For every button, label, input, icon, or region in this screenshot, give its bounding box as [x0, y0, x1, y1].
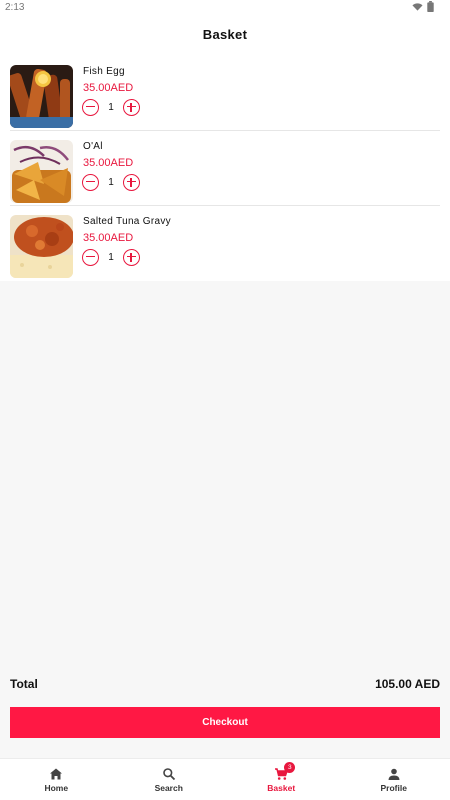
item-price: 35.00AED	[83, 82, 134, 94]
search-icon	[162, 768, 175, 781]
item-name: Salted Tuna Gravy	[83, 216, 171, 227]
basket-list: Fish Egg 35.00AED 1 O'Al 35.00AED 1 Salt…	[0, 56, 450, 281]
nav-item-basket[interactable]: 3 Basket	[225, 759, 338, 800]
bottom-nav: Home Search 3 Basket Profile	[0, 758, 450, 800]
food-image	[10, 140, 73, 203]
nav-label: Search	[154, 783, 183, 793]
nav-label: Home	[44, 783, 69, 793]
nav-item-home[interactable]: Home	[0, 759, 113, 800]
minus-icon	[86, 105, 95, 108]
nav-label: Basket	[267, 783, 296, 793]
status-icons	[412, 1, 434, 12]
nav-item-search[interactable]: Search	[113, 759, 226, 800]
quantity-value: 1	[108, 176, 114, 188]
nav-item-profile[interactable]: Profile	[338, 759, 450, 800]
profile-icon	[388, 768, 400, 780]
total-row: Total 105.00 AED	[10, 677, 440, 695]
quantity-stepper: 1	[82, 248, 140, 266]
item-name: O'Al	[83, 141, 103, 152]
checkout-button[interactable]: Checkout	[10, 707, 440, 738]
quantity-stepper: 1	[82, 173, 140, 191]
cart-count-badge: 3	[284, 762, 296, 773]
food-image	[10, 65, 73, 128]
increase-button[interactable]	[123, 98, 140, 116]
home-icon	[50, 768, 63, 780]
increase-button[interactable]	[123, 173, 140, 191]
nav-label: Profile	[380, 783, 407, 793]
decrease-button[interactable]	[82, 248, 99, 266]
minus-icon	[86, 180, 95, 183]
status-bar: 2:13	[0, 0, 450, 16]
decrease-button[interactable]	[82, 173, 99, 191]
total-value: 105.00 AED	[375, 677, 440, 691]
minus-icon	[86, 255, 95, 258]
quantity-value: 1	[108, 251, 114, 263]
food-image	[10, 215, 73, 278]
total-label: Total	[10, 677, 38, 691]
basket-item: Fish Egg 35.00AED 1	[0, 56, 450, 131]
item-name: Fish Egg	[83, 66, 125, 77]
item-price: 35.00AED	[83, 232, 134, 244]
page-title: Basket	[202, 27, 248, 42]
status-time: 2:13	[5, 2, 25, 13]
app-header: Basket	[0, 16, 450, 56]
battery-icon	[427, 1, 434, 12]
basket-item: O'Al 35.00AED 1	[0, 131, 450, 206]
increase-button[interactable]	[123, 248, 140, 266]
decrease-button[interactable]	[82, 98, 99, 116]
basket-item: Salted Tuna Gravy 35.00AED 1	[0, 206, 450, 281]
quantity-stepper: 1	[82, 98, 140, 116]
quantity-value: 1	[108, 101, 114, 113]
wifi-icon	[412, 2, 423, 11]
item-price: 35.00AED	[83, 157, 134, 169]
